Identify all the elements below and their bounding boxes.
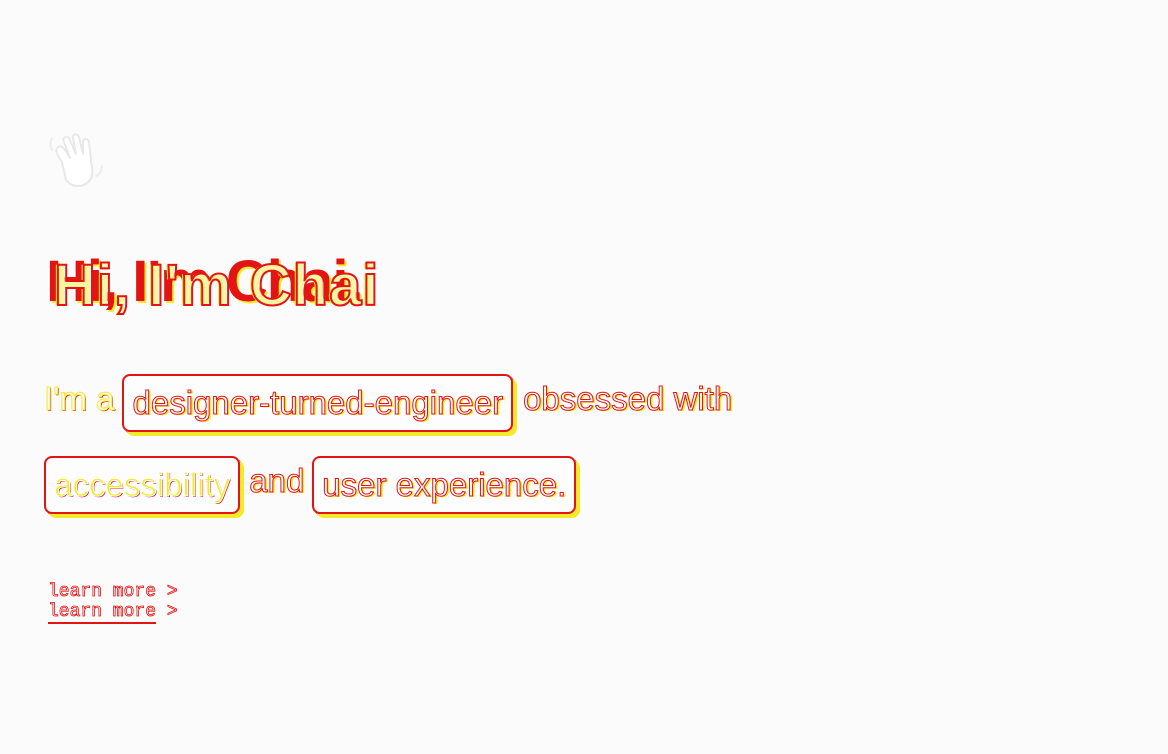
intro-middle: obsessed with: [523, 380, 733, 418]
chip-accessibility[interactable]: accessibility: [44, 456, 241, 514]
page-title-echo: Hi, I'm Chai: [53, 253, 380, 318]
chip-user-experience[interactable]: user experience.: [312, 456, 577, 514]
learn-more-link-echo[interactable]: learn more >: [48, 582, 178, 603]
learn-more-link[interactable]: learn more >: [48, 602, 178, 623]
chevron-right-icon-echo: >: [166, 582, 178, 603]
intro-line-1: I'm a designer-turned-engineer obsessed wi…: [43, 374, 733, 432]
chip-designer-turned-engineer[interactable]: designer-turned-engineer: [122, 374, 514, 432]
waving-hand-icon: [44, 128, 108, 192]
learn-more-label-echo: learn more: [48, 582, 157, 603]
learn-more-label: learn more: [48, 602, 157, 623]
intro-conjunction: and: [249, 462, 305, 500]
chevron-right-icon: >: [166, 602, 178, 623]
intro-prefix: I'm a: [43, 380, 115, 418]
intro-line-2: accessibility and user experience.: [44, 456, 577, 514]
